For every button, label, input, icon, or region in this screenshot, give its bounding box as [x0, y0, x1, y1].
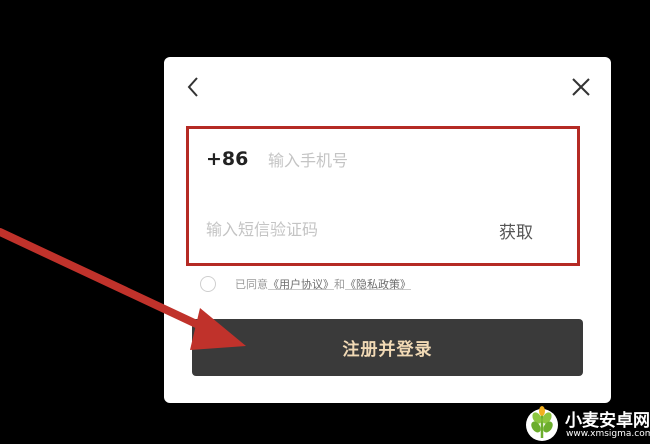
- privacy-policy-link[interactable]: 《隐私政策》: [345, 278, 411, 291]
- sms-code-input[interactable]: [206, 214, 456, 244]
- user-agreement-link[interactable]: 《用户协议》: [268, 278, 334, 291]
- country-code[interactable]: +86: [206, 148, 248, 170]
- chevron-left-icon: [187, 77, 198, 97]
- screen: +86 获取 已同意《用户协议》和《隐私政策》 注册并登录 小麦安卓网 www.…: [0, 0, 650, 444]
- phone-input[interactable]: [268, 145, 518, 175]
- watermark: 小麦安卓网 www.xmsigma.com: [524, 402, 650, 444]
- get-code-button[interactable]: 获取: [499, 218, 533, 243]
- watermark-url: www.xmsigma.com: [566, 429, 650, 439]
- agreement-checkbox[interactable]: [200, 276, 216, 292]
- agreement-conjunction: 和: [334, 278, 345, 291]
- agreement-prefix: 已同意: [235, 278, 268, 291]
- register-login-button[interactable]: 注册并登录: [192, 319, 583, 376]
- watermark-name: 小麦安卓网: [565, 411, 650, 431]
- back-button[interactable]: [182, 75, 206, 99]
- agreement-text: 已同意《用户协议》和《隐私政策》: [235, 276, 411, 292]
- agreement-row: 已同意《用户协议》和《隐私政策》: [200, 274, 411, 294]
- login-dialog: +86 获取 已同意《用户协议》和《隐私政策》 注册并登录: [164, 57, 611, 403]
- close-icon: [572, 78, 590, 96]
- close-button[interactable]: [569, 75, 593, 99]
- wheat-logo-icon: [526, 406, 558, 441]
